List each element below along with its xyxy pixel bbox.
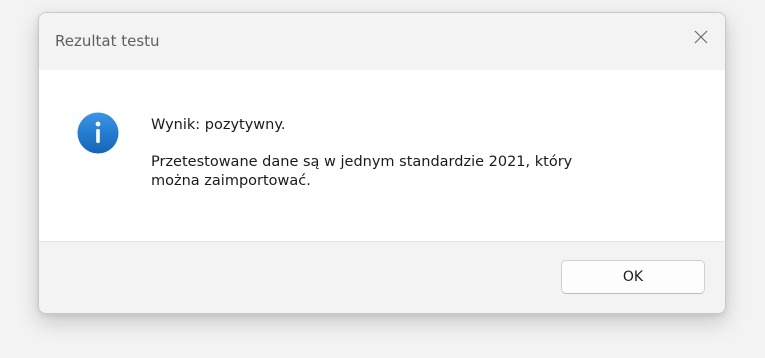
dialog-content: Wynik: pozytywny. Przetestowane dane są … — [39, 70, 725, 242]
dialog-footer: OK — [39, 241, 725, 313]
close-icon — [694, 30, 708, 44]
dialog-titlebar[interactable]: Rezultat testu — [39, 13, 725, 70]
info-icon — [77, 112, 119, 154]
dialog-title: Rezultat testu — [55, 32, 160, 50]
message-dialog: Rezultat testu Wynik: pozytywny. Przetes… — [38, 12, 726, 314]
ok-button[interactable]: OK — [561, 260, 705, 294]
close-button[interactable] — [677, 13, 725, 61]
message-text: Wynik: pozytywny. Przetestowane dane są … — [151, 116, 691, 191]
result-text: Wynik: pozytywny. — [151, 117, 286, 133]
detail-line-2: można zaimportować. — [151, 173, 311, 189]
detail-text: Przetestowane dane są w jednym standardz… — [151, 153, 691, 191]
detail-line-1: Przetestowane dane są w jednym standardz… — [151, 154, 573, 170]
